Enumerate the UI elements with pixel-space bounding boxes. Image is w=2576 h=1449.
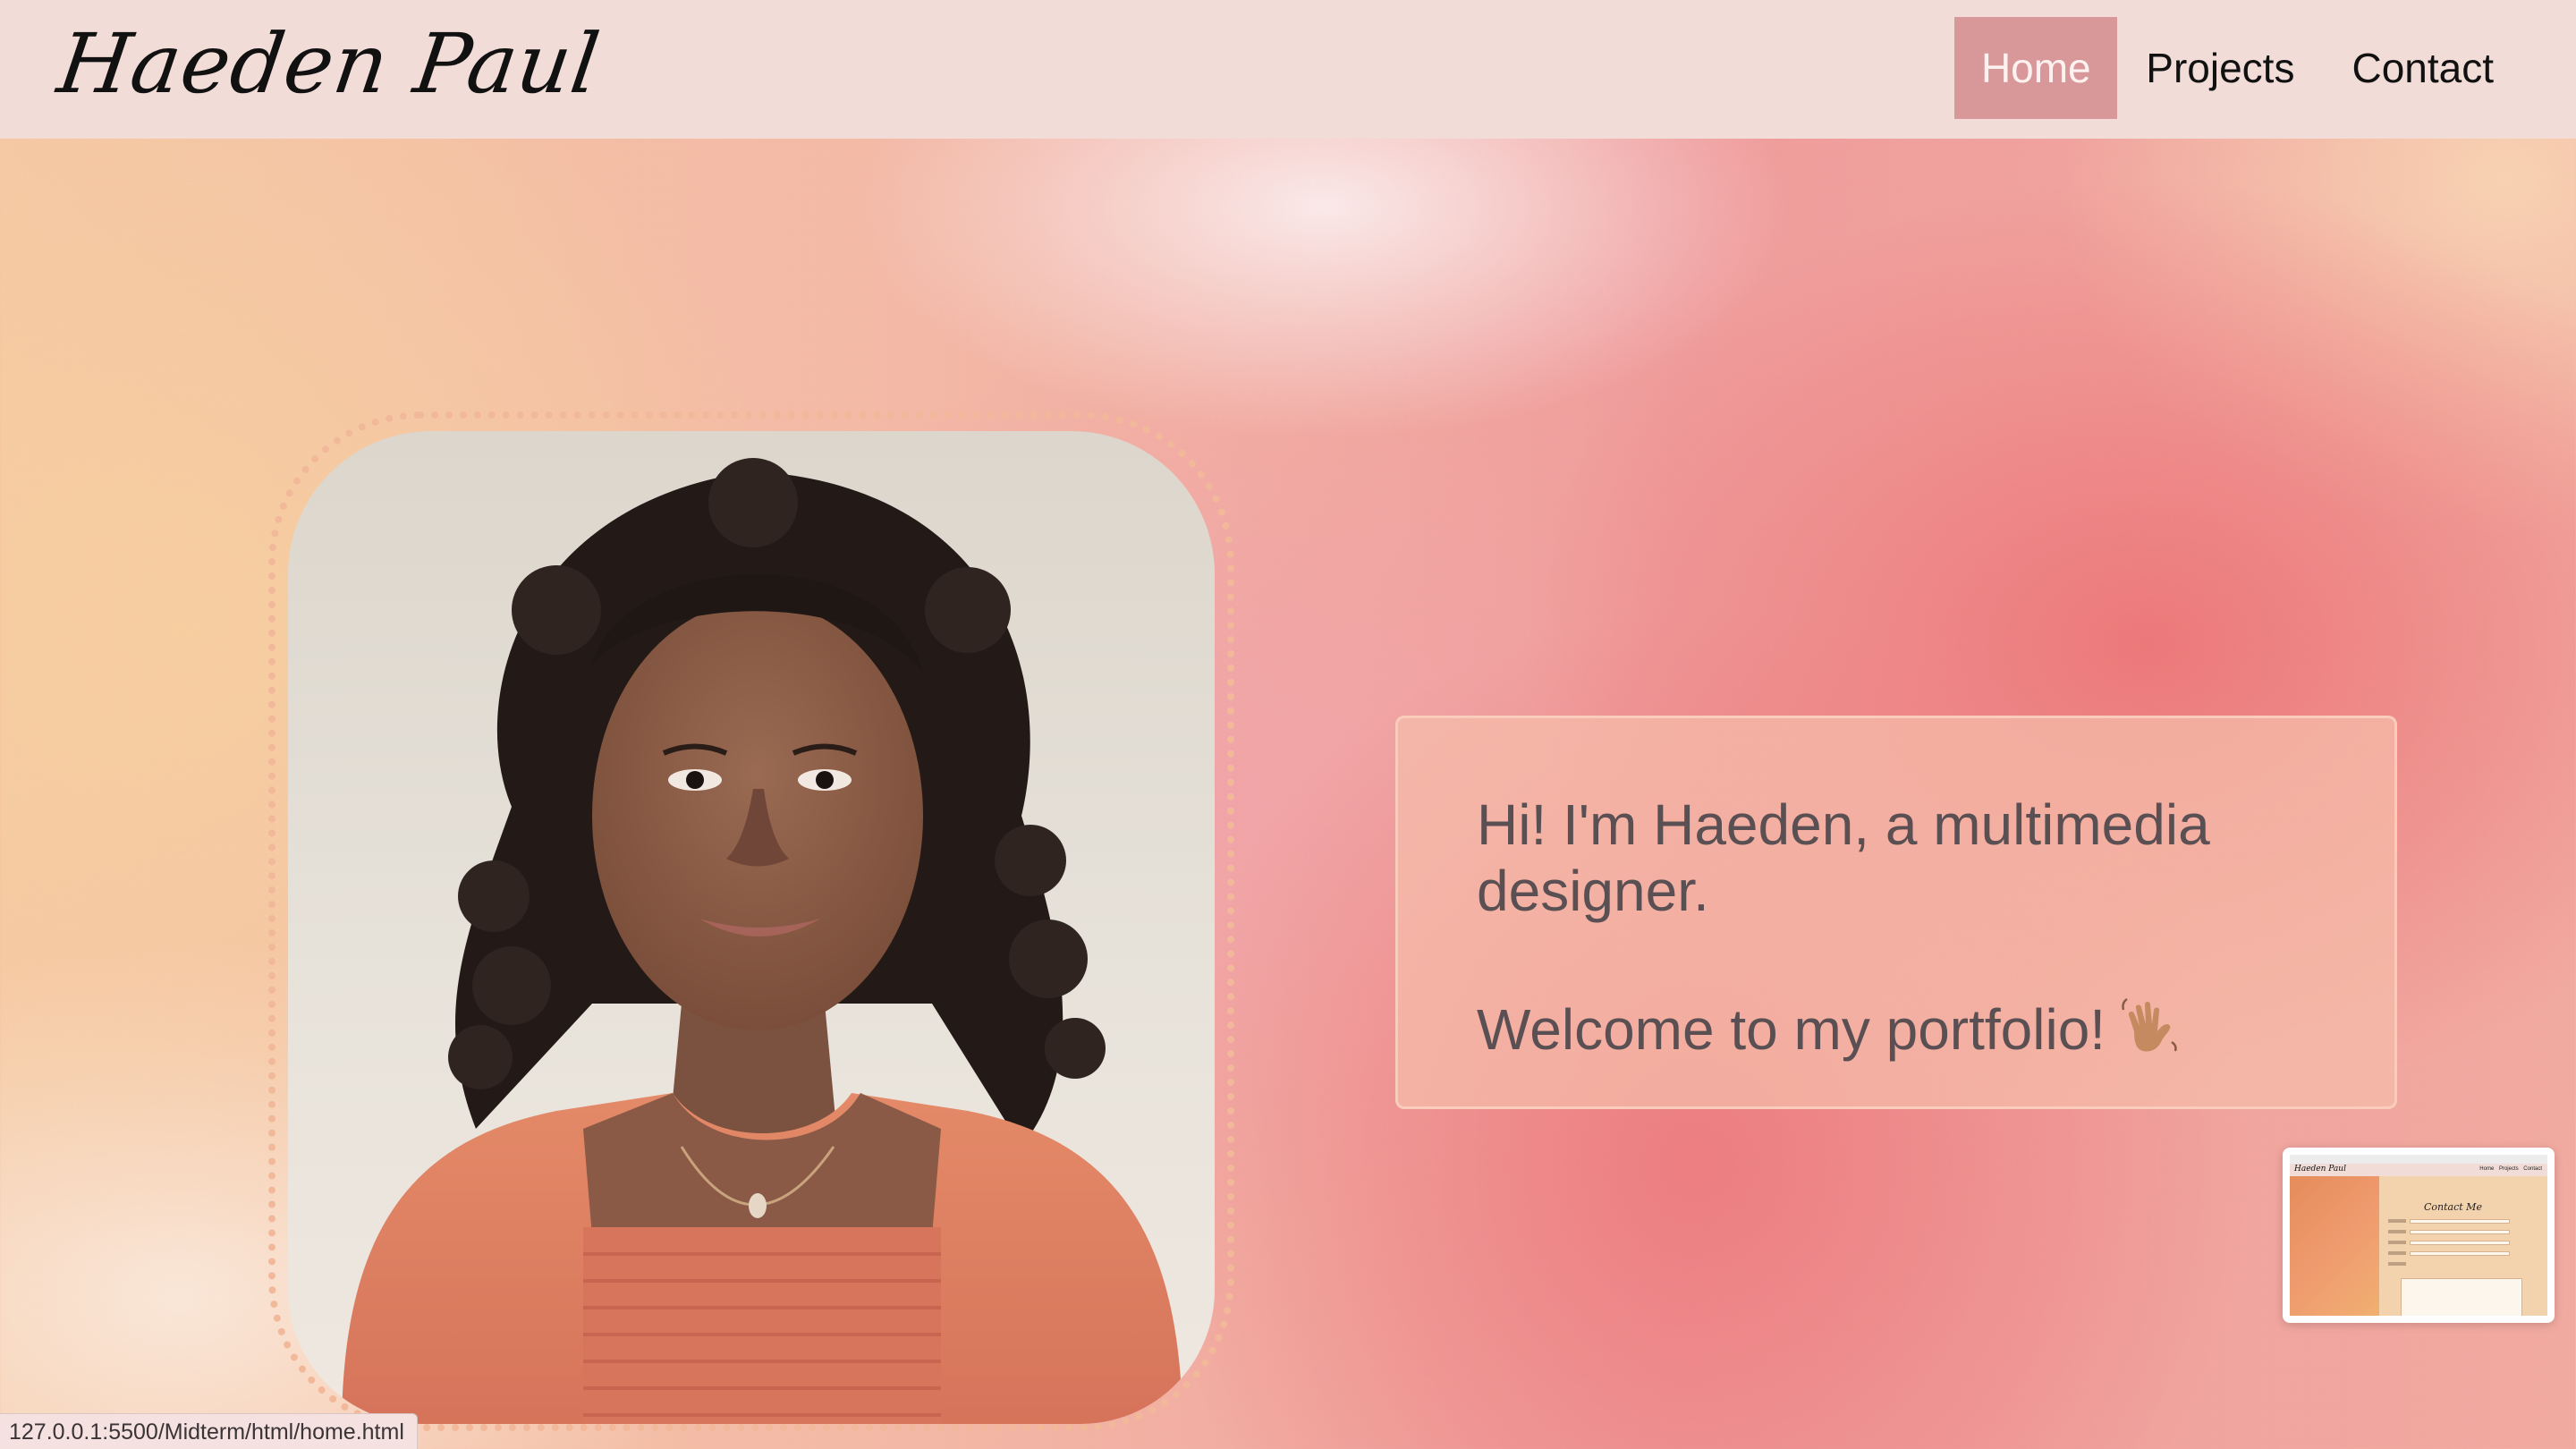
preview-textarea	[2401, 1278, 2522, 1316]
site-logo[interactable]: Haeden Paul	[52, 16, 606, 112]
preview-gradient-panel	[2290, 1176, 2379, 1316]
preview-browser-chrome	[2290, 1155, 2547, 1164]
intro-greeting: Hi! I'm Haeden, a multimedia designer.	[1477, 792, 2210, 923]
preview-nav-links: Home Projects Contact	[2479, 1166, 2542, 1172]
portrait-illustration	[342, 458, 1182, 1424]
site-header: Haeden Paul Home Projects Contact	[0, 0, 2576, 139]
nav-home-link[interactable]: Home	[1954, 17, 2118, 119]
portrait-photo	[288, 431, 1215, 1424]
preview-field	[2388, 1241, 2513, 1245]
waving-hand-icon	[2118, 992, 2182, 1070]
intro-welcome-text: Welcome to my portfolio!	[1477, 997, 2106, 1062]
preview-field	[2388, 1251, 2513, 1256]
link-status-bar: 127.0.0.1:5500/Midterm/html/home.html	[0, 1413, 418, 1449]
preview-title: Contact Me	[2424, 1201, 2482, 1213]
nav-projects-link[interactable]: Projects	[2117, 17, 2323, 119]
tab-hover-preview[interactable]: Haeden Paul Home Projects Contact Contac…	[2283, 1148, 2555, 1323]
nav-contact-link[interactable]: Contact	[2323, 17, 2522, 119]
preview-field	[2388, 1230, 2513, 1234]
preview-field	[2388, 1219, 2513, 1224]
preview-logo: Haeden Paul	[2294, 1165, 2346, 1174]
intro-welcome: Welcome to my portfolio!	[1477, 992, 2316, 1070]
intro-card: Hi! I'm Haeden, a multimedia designer. W…	[1395, 716, 2397, 1109]
portrait-frame	[268, 411, 1234, 1431]
preview-field	[2388, 1262, 2513, 1267]
preview-page: Haeden Paul Home Projects Contact Contac…	[2290, 1155, 2547, 1316]
main-nav: Home Projects Contact	[1954, 17, 2576, 119]
